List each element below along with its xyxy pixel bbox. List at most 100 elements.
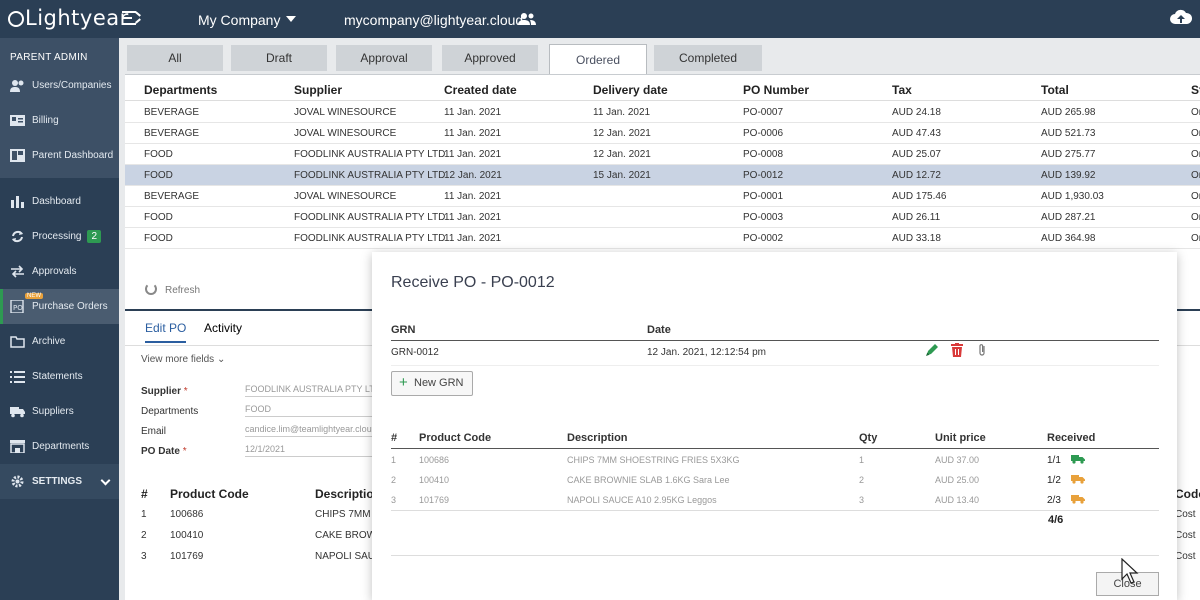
- table-cell: PO-0007: [743, 107, 784, 118]
- tab-completed[interactable]: Completed: [654, 45, 762, 71]
- table-row[interactable]: FOOD FOODLINK AUSTRALIA PTY LTD 12 Jan. 20…: [125, 165, 1200, 186]
- col-created-date[interactable]: Created date: [444, 83, 517, 97]
- table-cell: 12 Jan. 2021: [593, 128, 651, 139]
- item-qty: 2: [859, 475, 865, 485]
- table-cell: PO-0012: [743, 170, 784, 181]
- tab-activity[interactable]: Activity: [204, 321, 242, 335]
- table-cell: PO-0006: [743, 128, 784, 139]
- menu-toggle-icon[interactable]: [122, 10, 141, 26]
- folder-icon: [10, 336, 25, 348]
- receive-item-row[interactable]: 3 101769 NAPOLI SAUCE A10 2.95KG Leggos 3 AU…: [391, 495, 1159, 515]
- table-row[interactable]: BEVERAGE JOVAL WINESOURCE 11 Jan. 2021 PO-0…: [125, 186, 1200, 207]
- tab-draft[interactable]: Draft: [231, 45, 327, 71]
- new-grn-button[interactable]: + New GRN: [391, 371, 473, 396]
- table-cell: 11 Jan. 2021: [444, 233, 502, 244]
- table-cell: AUD 364.98: [1041, 233, 1096, 244]
- table-cell: 12 Jan. 2021: [444, 170, 502, 181]
- tab-all[interactable]: All: [127, 45, 223, 71]
- sidebar-item-label: Statements: [32, 371, 83, 382]
- col-po-number[interactable]: PO Number: [743, 83, 809, 97]
- receive-item-row[interactable]: 1 100686 CHIPS 7MM SHOESTRING FRIES 5X3KG 1…: [391, 455, 1159, 475]
- col-status[interactable]: St: [1191, 83, 1200, 97]
- receive-item-row[interactable]: 2 100410 CAKE BROWNIE SLAB 1.6KG Sara Lee 2…: [391, 475, 1159, 495]
- delivery-truck-icon[interactable]: [1071, 474, 1085, 484]
- bar-chart-icon: [11, 196, 24, 208]
- table-cell: AUD 521.73: [1041, 128, 1096, 139]
- table-row[interactable]: FOOD FOODLINK AUSTRALIA PTY LTD 11 Jan. 20…: [125, 228, 1200, 249]
- sidebar-item-archive[interactable]: Archive: [0, 324, 119, 359]
- required-marker: *: [182, 446, 187, 457]
- sidebar-item-billing[interactable]: Billing: [0, 103, 119, 138]
- sidebar-item-departments[interactable]: Departments: [0, 429, 119, 464]
- col-tax[interactable]: Tax: [892, 83, 912, 97]
- item-cell: 3: [141, 551, 147, 562]
- company-selector[interactable]: My Company: [198, 12, 296, 28]
- item-qty: 1: [859, 455, 865, 465]
- table-row[interactable]: FOOD FOODLINK AUSTRALIA PTY LTD 11 Jan. 20…: [125, 144, 1200, 165]
- sidebar-item-suppliers[interactable]: Suppliers: [0, 394, 119, 429]
- table-cell: PO-0008: [743, 149, 784, 160]
- po-date-input[interactable]: 12/1/2021: [245, 444, 385, 457]
- view-more-label: View more fields: [141, 354, 215, 365]
- attachment-icon[interactable]: [977, 343, 987, 357]
- sidebar-item-settings[interactable]: SETTINGS: [0, 464, 119, 499]
- item-cell: 2: [141, 530, 147, 541]
- delivery-truck-icon[interactable]: [1071, 454, 1085, 464]
- col-departments[interactable]: Departments: [144, 83, 217, 97]
- tab-approval[interactable]: Approval: [336, 45, 432, 71]
- tab-approved[interactable]: Approved: [442, 45, 538, 71]
- col-supplier[interactable]: Supplier: [294, 83, 342, 97]
- item-cell: Cost: [1175, 530, 1196, 541]
- table-cell: Or: [1191, 170, 1200, 181]
- swap-icon: [11, 265, 24, 278]
- users-icon[interactable]: [518, 13, 536, 25]
- sidebar-item-approvals[interactable]: Approvals: [0, 254, 119, 289]
- sidebar-item-dashboard[interactable]: Dashboard: [0, 184, 119, 219]
- tab-ordered[interactable]: Ordered: [549, 44, 647, 74]
- edit-pencil-icon[interactable]: [925, 343, 939, 357]
- delete-trash-icon[interactable]: [951, 343, 963, 357]
- col-delivery-date[interactable]: Delivery date: [593, 83, 668, 97]
- sidebar-item-parent-dashboard[interactable]: Parent Dashboard: [0, 138, 119, 173]
- sidebar-item-users-companies[interactable]: Users/Companies: [0, 68, 119, 103]
- table-cell: JOVAL WINESOURCE: [294, 191, 397, 202]
- view-more-fields-link[interactable]: View more fields ⌄: [141, 354, 225, 365]
- departments-input[interactable]: FOOD: [245, 404, 385, 417]
- table-cell: 15 Jan. 2021: [593, 170, 651, 181]
- delivery-truck-icon[interactable]: [1071, 494, 1085, 504]
- table-row[interactable]: BEVERAGE JOVAL WINESOURCE 11 Jan. 2021 12 J…: [125, 123, 1200, 144]
- tab-edit-po[interactable]: Edit PO: [145, 321, 187, 343]
- sidebar-item-label: Purchase Orders: [32, 301, 108, 312]
- table-cell: AUD 24.18: [892, 107, 941, 118]
- item-cell: 100686: [170, 509, 204, 520]
- lightyear-logo[interactable]: Lightyear: [8, 6, 129, 30]
- supplier-input[interactable]: FOODLINK AUSTRALIA PTY LTD: [245, 384, 385, 397]
- table-cell: Or: [1191, 212, 1200, 223]
- sidebar-item-label: Dashboard: [32, 196, 81, 207]
- table-cell: AUD 139.92: [1041, 170, 1096, 181]
- dialog-title: Receive PO - PO-0012: [391, 274, 555, 291]
- table-row[interactable]: BEVERAGE JOVAL WINESOURCE 11 Jan. 2021 11 J…: [125, 102, 1200, 123]
- field-label: Supplier: [141, 386, 182, 397]
- cloud-upload-icon[interactable]: [1170, 8, 1192, 28]
- sidebar-item-statements[interactable]: Statements: [0, 359, 119, 394]
- item-desc: CAKE BROWNIE SLAB 1.6KG Sara Lee: [567, 475, 730, 485]
- svg-text:PO: PO: [13, 304, 23, 312]
- col-description: Description: [567, 432, 628, 444]
- col-total[interactable]: Total: [1041, 83, 1069, 97]
- table-row[interactable]: FOOD FOODLINK AUSTRALIA PTY LTD 11 Jan. 20…: [125, 207, 1200, 228]
- item-desc: NAPOLI SAUCE A10 2.95KG Leggos: [567, 495, 717, 505]
- col-product-code: Product Code: [419, 432, 492, 444]
- divider: [391, 555, 1159, 556]
- item-n: 3: [391, 495, 397, 505]
- field-departments: Departments FOOD: [141, 404, 385, 417]
- refresh-button[interactable]: Refresh: [145, 283, 200, 296]
- item-cell: Cost: [1175, 509, 1196, 520]
- sidebar-item-purchase-orders[interactable]: PO NEW Purchase Orders: [0, 289, 119, 324]
- email-input[interactable]: candice.lim@teamlightyear.cloud: [245, 424, 385, 437]
- sidebar-item-processing[interactable]: Processing 2: [0, 219, 119, 254]
- chevron-down-icon: [286, 16, 296, 22]
- table-cell: BEVERAGE: [144, 191, 200, 202]
- col-product-code: Product Code: [170, 487, 249, 501]
- table-cell: Or: [1191, 107, 1200, 118]
